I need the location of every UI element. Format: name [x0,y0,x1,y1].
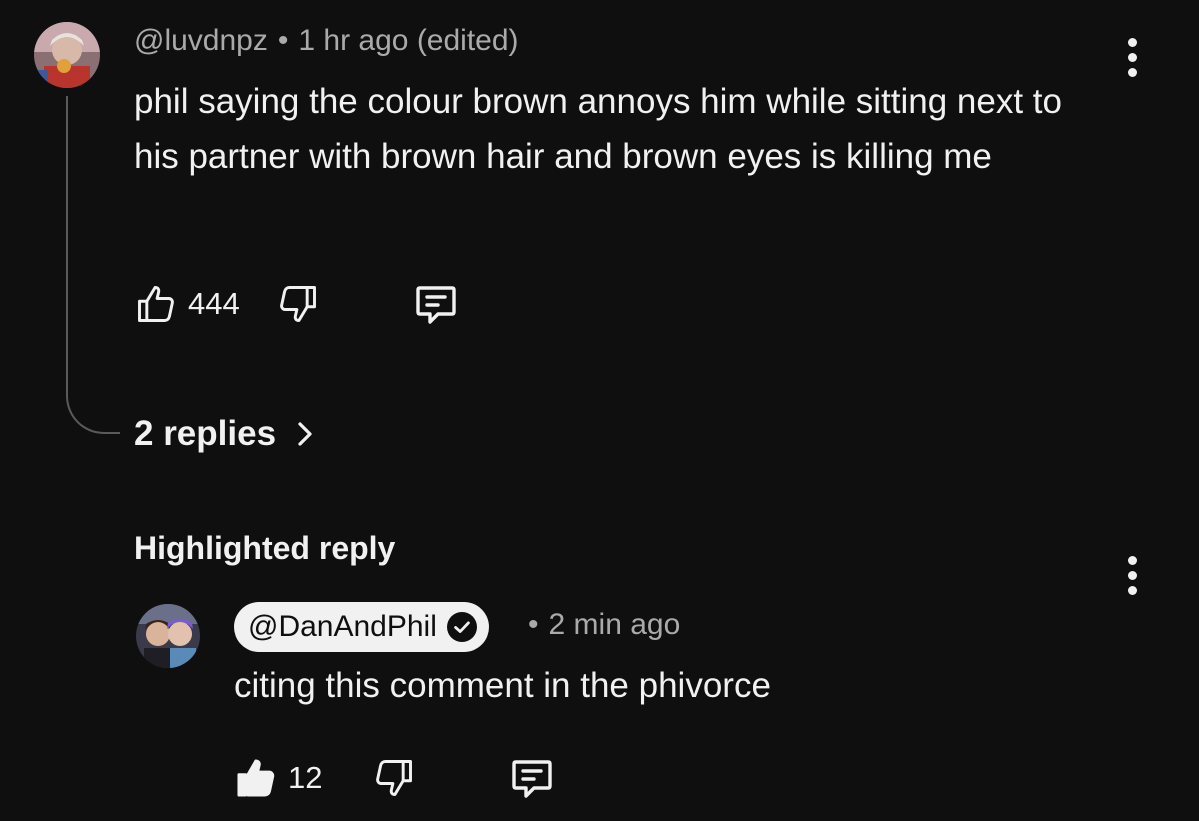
commenter-avatar[interactable] [34,22,100,88]
edited-label: (edited) [416,24,519,57]
comments-page: @luvdnpz • 1 hr ago (edited) phil saying t… [0,0,1199,821]
reply-author-badge[interactable]: @DanAndPhil [234,602,489,652]
verified-check-icon [446,612,477,642]
reply-like-button[interactable]: 12 [234,756,322,800]
meta-separator: • [277,24,289,57]
reply-meta: • 2 min ago [528,608,680,642]
reply-like-count: 12 [288,760,323,795]
kebab-menu-icon[interactable] [1122,38,1142,77]
reply-button[interactable] [412,280,460,328]
comment-time: 1 hr ago [298,24,409,57]
reply-username: @DanAndPhil [248,610,437,643]
like-count: 444 [188,286,240,321]
comment-actions: 444 [134,280,460,328]
thread-connector-line [66,96,120,434]
comment-username[interactable]: @luvdnpz [134,24,268,57]
thumbs-up-filled-icon [237,759,275,797]
replies-count-label: 2 replies [134,414,277,453]
comment-bubble-icon [512,760,553,798]
highlighted-reply-label: Highlighted reply [134,530,396,566]
reply-author-avatar[interactable] [136,604,200,668]
reply-kebab-menu-icon[interactable] [1122,556,1142,595]
view-replies-button[interactable]: 2 replies [134,414,320,454]
reply-text: citing this comment in the phivorce [234,666,771,705]
thumbs-down-outline-icon [376,760,413,796]
comment-bubble-icon [416,286,456,324]
reply-time: 2 min ago [548,608,681,641]
reply-meta-separator: • [528,608,539,641]
comment-meta: @luvdnpz • 1 hr ago (edited) [134,24,519,58]
like-button[interactable]: 444 [134,282,240,326]
dislike-button[interactable] [276,282,320,326]
chevron-right-icon [298,422,312,446]
thumbs-up-outline-icon [138,286,174,322]
comment-text: phil saying the colour brown annoys him … [134,82,1062,176]
reply-actions: 12 [234,754,556,802]
thumbs-down-outline-icon [279,286,316,322]
reply-reply-button[interactable] [508,754,556,802]
reply-dislike-button[interactable] [372,756,416,800]
